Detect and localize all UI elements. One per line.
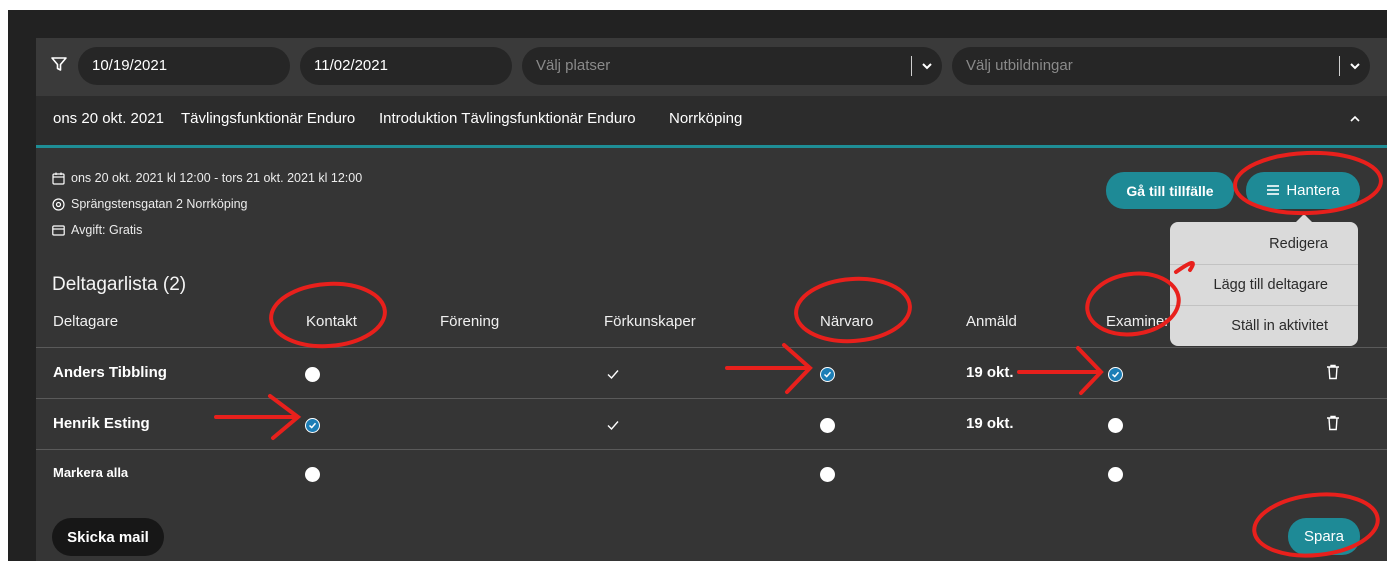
locations-select[interactable]: Välj platser [522, 47, 942, 85]
checkmark-icon [607, 370, 619, 380]
examined-radio-unchecked[interactable] [1108, 418, 1123, 433]
event-header[interactable]: ons 20 okt. 2021 Tävlingsfunktionär Endu… [36, 96, 1387, 145]
event-course: Introduktion Tävlingsfunktionär Enduro [379, 110, 636, 127]
participant-list-title: Deltagarlista (2) [52, 274, 187, 295]
date-to-value: 11/02/2021 [314, 57, 388, 74]
event-date: ons 20 okt. 2021 [53, 110, 164, 127]
attendance-checkbox-checked[interactable] [820, 367, 835, 382]
event-detail-panel: ons 20 okt. 2021 kl 12:00 - tors 21 okt.… [36, 148, 1387, 561]
date-from-value: 10/19/2021 [92, 57, 168, 74]
menu-item-edit[interactable]: Redigera [1269, 224, 1328, 264]
checkmark-icon [607, 421, 619, 431]
row-divider [36, 449, 1387, 450]
registered-date: 19 okt. [966, 415, 1014, 432]
save-button[interactable]: Spara [1288, 518, 1360, 555]
fee-text: Avgift: Gratis [71, 223, 143, 237]
manage-dropdown-menu: Redigera Lägg till deltagare Ställ in ak… [1170, 214, 1358, 346]
filter-bar: 10/19/2021 11/02/2021 Välj platser Välj … [36, 38, 1387, 96]
go-to-session-button[interactable]: Gå till tillfälle [1106, 172, 1234, 209]
col-header-contact: Kontakt [306, 313, 357, 330]
event-type: Tävlingsfunktionär Enduro [181, 110, 356, 127]
date-from-input[interactable]: 10/19/2021 [78, 47, 290, 85]
participant-name: Henrik Esting [53, 415, 150, 432]
contact-radio-unchecked[interactable] [305, 367, 320, 382]
educations-select[interactable]: Välj utbildningar [952, 47, 1370, 85]
time-range-text: ons 20 okt. 2021 kl 12:00 - tors 21 okt.… [71, 171, 363, 185]
app-window: 10/19/2021 11/02/2021 Välj platser Välj … [8, 10, 1387, 561]
registered-date: 19 okt. [966, 364, 1014, 381]
manage-label: Hantera [1286, 182, 1340, 199]
row-divider [36, 398, 1387, 399]
select-all-label: Markera alla [53, 465, 129, 480]
manage-button[interactable]: Hantera [1246, 172, 1360, 209]
col-header-attendance: Närvaro [820, 313, 874, 330]
chevron-up-icon[interactable] [1349, 114, 1361, 124]
event-time-range: ons 20 okt. 2021 kl 12:00 - tors 21 okt.… [52, 171, 362, 185]
calendar-icon [52, 172, 65, 185]
locations-placeholder: Välj platser [536, 57, 611, 74]
col-header-participant: Deltagare [53, 313, 119, 330]
select-separator [1339, 56, 1340, 76]
credit-card-icon [52, 225, 65, 236]
menu-item-cancel-activity[interactable]: Ställ in aktivitet [1231, 306, 1328, 346]
col-header-examined: Examiner [1106, 313, 1170, 330]
hamburger-icon [1267, 185, 1280, 195]
send-mail-button[interactable]: Skicka mail [52, 518, 164, 556]
row-divider [36, 347, 1387, 348]
col-header-prerequisites: Förkunskaper [604, 313, 696, 330]
event-address: Sprängstensgatan 2 Norrköping [52, 197, 248, 211]
chevron-down-icon[interactable] [921, 60, 933, 72]
chevron-down-icon[interactable] [1349, 60, 1361, 72]
educations-placeholder: Välj utbildningar [966, 57, 1073, 74]
col-header-club: Förening [440, 313, 500, 330]
event-city: Norrköping [669, 110, 743, 127]
trash-icon[interactable] [1326, 364, 1340, 380]
trash-icon[interactable] [1326, 415, 1340, 431]
select-all-attendance-radio[interactable] [820, 467, 835, 482]
event-fee: Avgift: Gratis [52, 223, 142, 237]
attendance-radio-unchecked[interactable] [820, 418, 835, 433]
filter-icon[interactable] [50, 55, 68, 73]
contact-checkbox-checked[interactable] [305, 418, 320, 433]
date-to-input[interactable]: 11/02/2021 [300, 47, 512, 85]
location-pin-icon [52, 198, 65, 211]
select-all-contact-radio[interactable] [305, 467, 320, 482]
address-text: Sprängstensgatan 2 Norrköping [71, 197, 248, 211]
select-all-examined-radio[interactable] [1108, 467, 1123, 482]
participant-name: Anders Tibbling [53, 364, 167, 381]
examined-checkbox-checked[interactable] [1108, 367, 1123, 382]
select-separator [911, 56, 912, 76]
menu-item-add-participant[interactable]: Lägg till deltagare [1214, 265, 1328, 305]
col-header-registered: Anmäld [966, 313, 1017, 330]
